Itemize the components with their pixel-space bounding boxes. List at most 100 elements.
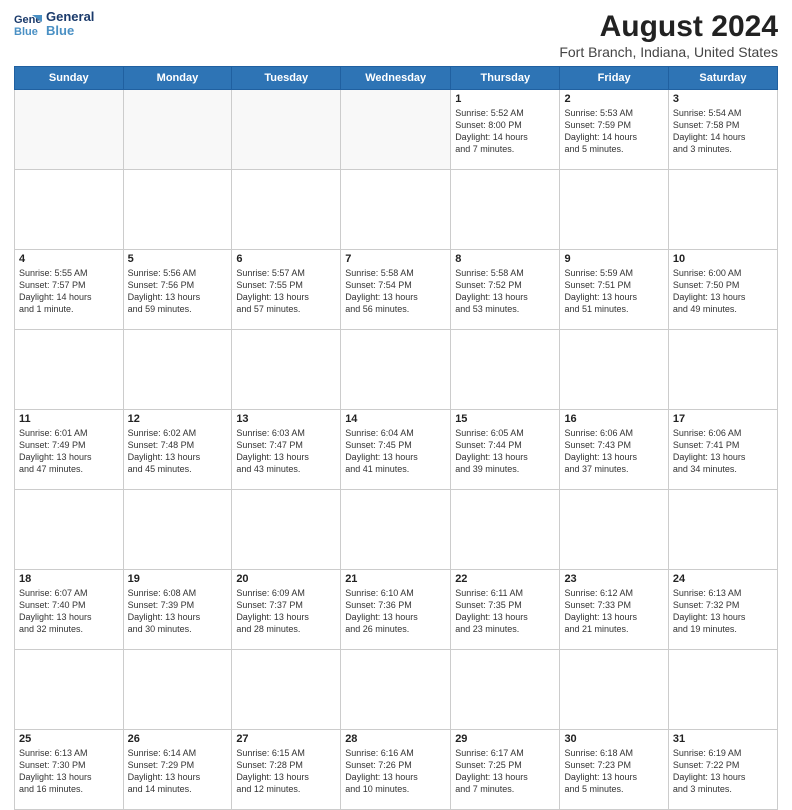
calendar-header-thursday: Thursday: [451, 67, 560, 90]
calendar-week-2: 4 Sunrise: 5:55 AM Sunset: 7:57 PM Daylig…: [15, 250, 778, 330]
day-number: 6: [236, 253, 336, 265]
day-number: 25: [19, 733, 119, 745]
day-info: Sunrise: 5:53 AM Sunset: 7:59 PM Dayligh…: [564, 107, 663, 156]
day-number: 8: [455, 253, 555, 265]
day-info: Sunrise: 6:15 AM Sunset: 7:28 PM Dayligh…: [236, 747, 336, 796]
day-number: 16: [564, 413, 663, 425]
subtitle: Fort Branch, Indiana, United States: [559, 44, 778, 60]
day-number: 11: [19, 413, 119, 425]
day-info: Sunrise: 6:05 AM Sunset: 7:44 PM Dayligh…: [455, 427, 555, 476]
calendar-week-3: 11Sunrise: 6:01 AM Sunset: 7:49 PM Dayli…: [15, 410, 778, 490]
calendar-cell: 1Sunrise: 5:52 AM Sunset: 8:00 PM Daylig…: [451, 90, 560, 170]
day-number: 13: [236, 413, 336, 425]
calendar-cell: 11Sunrise: 6:01 AM Sunset: 7:49 PM Dayli…: [15, 410, 124, 490]
day-number: 18: [19, 573, 119, 585]
calendar-cell: [123, 90, 232, 170]
day-info: Sunrise: 6:08 AM Sunset: 7:39 PM Dayligh…: [128, 587, 228, 636]
calendar-cell: [341, 90, 451, 170]
day-info: Sunrise: 6:14 AM Sunset: 7:29 PM Dayligh…: [128, 747, 228, 796]
calendar-header-tuesday: Tuesday: [232, 67, 341, 90]
row-divider: [15, 330, 778, 410]
day-info: Sunrise: 6:17 AM Sunset: 7:25 PM Dayligh…: [455, 747, 555, 796]
day-number: 29: [455, 733, 555, 745]
day-info: Sunrise: 5:56 AM Sunset: 7:56 PM Dayligh…: [128, 267, 228, 316]
calendar-cell: 10Sunrise: 6:00 AM Sunset: 7:50 PM Dayli…: [668, 250, 777, 330]
calendar-cell: 19Sunrise: 6:08 AM Sunset: 7:39 PM Dayli…: [123, 570, 232, 650]
calendar-cell: 3Sunrise: 5:54 AM Sunset: 7:58 PM Daylig…: [668, 90, 777, 170]
day-number: 17: [673, 413, 773, 425]
calendar-cell: 31Sunrise: 6:19 AM Sunset: 7:22 PM Dayli…: [668, 730, 777, 810]
calendar-cell: 25 Sunrise: 6:13 AM Sunset: 7:30 PM Dayli…: [15, 730, 124, 810]
day-info: Sunrise: 6:06 AM Sunset: 7:43 PM Dayligh…: [564, 427, 663, 476]
page: General Blue General Blue August 2024 Fo…: [0, 0, 792, 612]
day-info: Sunrise: 6:16 AM Sunset: 7:26 PM Dayligh…: [345, 747, 446, 796]
day-number: 9: [564, 253, 663, 265]
calendar-cell: 2 Sunrise: 5:53 AM Sunset: 7:59 PM Daylig…: [560, 90, 668, 170]
day-number: 14: [345, 413, 446, 425]
day-info: Sunrise: 6:09 AM Sunset: 7:37 PM Dayligh…: [236, 587, 336, 636]
day-info: Sunrise: 6:12 AM Sunset: 7:33 PM Dayligh…: [564, 587, 663, 636]
day-number: 30: [564, 733, 663, 745]
day-number: 28: [345, 733, 446, 745]
calendar-cell: 29 Sunrise: 6:17 AM Sunset: 7:25 PM Dayli…: [451, 730, 560, 810]
calendar-cell: [15, 90, 124, 170]
day-number: 23: [564, 573, 663, 585]
day-info: Sunrise: 6:04 AM Sunset: 7:45 PM Dayligh…: [345, 427, 446, 476]
calendar-cell: 28 Sunrise: 6:16 AM Sunset: 7:26 PM Dayli…: [341, 730, 451, 810]
calendar-cell: 16 Sunrise: 6:06 AM Sunset: 7:43 PM Dayli…: [560, 410, 668, 490]
day-info: Sunrise: 6:07 AM Sunset: 7:40 PM Dayligh…: [19, 587, 119, 636]
svg-text:Blue: Blue: [14, 26, 38, 38]
calendar-header-saturday: Saturday: [668, 67, 777, 90]
day-info: Sunrise: 6:19 AM Sunset: 7:22 PM Dayligh…: [673, 747, 773, 796]
calendar-cell: 8 Sunrise: 5:58 AM Sunset: 7:52 PM Daylig…: [451, 250, 560, 330]
logo: General Blue General Blue: [14, 10, 94, 39]
calendar-cell: 9 Sunrise: 5:59 AM Sunset: 7:51 PM Daylig…: [560, 250, 668, 330]
day-number: 15: [455, 413, 555, 425]
calendar-cell: 5Sunrise: 5:56 AM Sunset: 7:56 PM Daylig…: [123, 250, 232, 330]
calendar-cell: 17 Sunrise: 6:06 AM Sunset: 7:41 PM Dayli…: [668, 410, 777, 490]
calendar-cell: 4 Sunrise: 5:55 AM Sunset: 7:57 PM Daylig…: [15, 250, 124, 330]
calendar-week-5: 25 Sunrise: 6:13 AM Sunset: 7:30 PM Dayli…: [15, 730, 778, 810]
day-number: 20: [236, 573, 336, 585]
day-number: 21: [345, 573, 446, 585]
day-info: Sunrise: 5:58 AM Sunset: 7:54 PM Dayligh…: [345, 267, 446, 316]
calendar-cell: 22 Sunrise: 6:11 AM Sunset: 7:35 PM Dayli…: [451, 570, 560, 650]
calendar-cell: 27Sunrise: 6:15 AM Sunset: 7:28 PM Dayli…: [232, 730, 341, 810]
calendar-cell: 6 Sunrise: 5:57 AM Sunset: 7:55 PM Daylig…: [232, 250, 341, 330]
day-info: Sunrise: 5:57 AM Sunset: 7:55 PM Dayligh…: [236, 267, 336, 316]
calendar-header-row: SundayMondayTuesdayWednesdayThursdayFrid…: [15, 67, 778, 90]
day-info: Sunrise: 6:11 AM Sunset: 7:35 PM Dayligh…: [455, 587, 555, 636]
day-info: Sunrise: 6:03 AM Sunset: 7:47 PM Dayligh…: [236, 427, 336, 476]
day-info: Sunrise: 5:55 AM Sunset: 7:57 PM Dayligh…: [19, 267, 119, 316]
row-divider: [15, 170, 778, 250]
row-divider: [15, 490, 778, 570]
day-number: 12: [128, 413, 228, 425]
day-number: 26: [128, 733, 228, 745]
day-info: Sunrise: 6:13 AM Sunset: 7:32 PM Dayligh…: [673, 587, 773, 636]
day-number: 22: [455, 573, 555, 585]
calendar-cell: 13 Sunrise: 6:03 AM Sunset: 7:47 PM Dayli…: [232, 410, 341, 490]
calendar-cell: 18 Sunrise: 6:07 AM Sunset: 7:40 PM Dayli…: [15, 570, 124, 650]
day-number: 2: [564, 93, 663, 105]
day-number: 4: [19, 253, 119, 265]
day-info: Sunrise: 6:06 AM Sunset: 7:41 PM Dayligh…: [673, 427, 773, 476]
day-info: Sunrise: 5:54 AM Sunset: 7:58 PM Dayligh…: [673, 107, 773, 156]
day-info: Sunrise: 6:10 AM Sunset: 7:36 PM Dayligh…: [345, 587, 446, 636]
calendar-cell: 21 Sunrise: 6:10 AM Sunset: 7:36 PM Dayli…: [341, 570, 451, 650]
calendar-header-monday: Monday: [123, 67, 232, 90]
day-info: Sunrise: 5:52 AM Sunset: 8:00 PM Dayligh…: [455, 107, 555, 156]
calendar-header-friday: Friday: [560, 67, 668, 90]
day-number: 24: [673, 573, 773, 585]
calendar-week-1: 1Sunrise: 5:52 AM Sunset: 8:00 PM Daylig…: [15, 90, 778, 170]
calendar-cell: 7 Sunrise: 5:58 AM Sunset: 7:54 PM Daylig…: [341, 250, 451, 330]
logo-text: General Blue: [46, 10, 94, 39]
day-info: Sunrise: 5:59 AM Sunset: 7:51 PM Dayligh…: [564, 267, 663, 316]
day-number: 7: [345, 253, 446, 265]
day-info: Sunrise: 6:13 AM Sunset: 7:30 PM Dayligh…: [19, 747, 119, 796]
calendar-cell: 14 Sunrise: 6:04 AM Sunset: 7:45 PM Dayli…: [341, 410, 451, 490]
day-info: Sunrise: 5:58 AM Sunset: 7:52 PM Dayligh…: [455, 267, 555, 316]
logo-icon: General Blue: [14, 10, 42, 38]
calendar-header-sunday: Sunday: [15, 67, 124, 90]
calendar-cell: 12Sunrise: 6:02 AM Sunset: 7:48 PM Dayli…: [123, 410, 232, 490]
calendar-cell: 24 Sunrise: 6:13 AM Sunset: 7:32 PM Dayli…: [668, 570, 777, 650]
